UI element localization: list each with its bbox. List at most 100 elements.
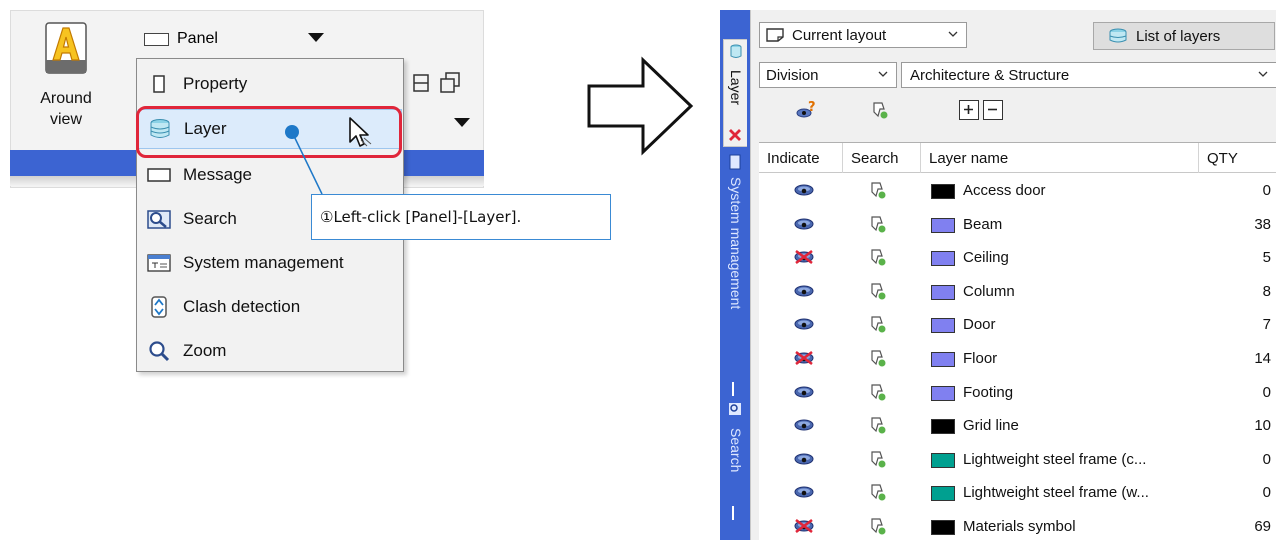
close-icon[interactable] bbox=[728, 128, 742, 142]
column-header-qty[interactable]: QTY bbox=[1199, 143, 1276, 173]
search-layer-icon[interactable] bbox=[869, 449, 887, 469]
column-header-search[interactable]: Search bbox=[843, 143, 921, 173]
search-layer-icon[interactable] bbox=[871, 100, 889, 120]
layer-color-swatch[interactable] bbox=[931, 217, 955, 233]
search-layer-icon[interactable] bbox=[869, 214, 887, 234]
tab-system-management[interactable]: System management bbox=[728, 177, 744, 309]
tab-search[interactable]: Search bbox=[728, 428, 744, 472]
layer-name: Beam bbox=[963, 215, 1003, 233]
menu-item-label: Clash detection bbox=[183, 297, 301, 316]
layer-color-swatch[interactable] bbox=[931, 184, 955, 199]
eye-icon[interactable] bbox=[793, 484, 815, 500]
chevron-down-icon bbox=[878, 71, 888, 77]
expand-all-button[interactable] bbox=[959, 100, 979, 120]
tile-icon[interactable] bbox=[413, 74, 429, 92]
division-select[interactable]: Division bbox=[759, 62, 897, 88]
table-row[interactable]: Floor 14 bbox=[759, 342, 1276, 376]
layer-color-swatch[interactable] bbox=[931, 251, 955, 267]
table-row[interactable]: Column 8 bbox=[759, 275, 1276, 309]
layout-select-value: Current layout bbox=[792, 26, 887, 44]
help-eye-icon[interactable]: ? bbox=[796, 100, 818, 120]
table-row[interactable]: Materials symbol 69 bbox=[759, 510, 1276, 540]
eye-hidden-icon[interactable] bbox=[793, 350, 815, 366]
table-row[interactable]: Lightweight steel frame (c... 0 bbox=[759, 443, 1276, 477]
layer-color-swatch[interactable] bbox=[931, 452, 955, 468]
layer-name: Materials symbol bbox=[963, 518, 1076, 535]
collapse-all-button[interactable] bbox=[983, 100, 1003, 120]
eye-icon[interactable] bbox=[793, 451, 815, 467]
layer-name: Lightweight steel frame (c... bbox=[963, 450, 1147, 468]
layer-table: Indicate Search Layer name QTY Access do… bbox=[759, 142, 1276, 540]
table-row[interactable]: Access door 0 bbox=[759, 174, 1276, 208]
ribbon-dropdown-arrow-icon[interactable] bbox=[454, 118, 470, 127]
search-layer-icon[interactable] bbox=[869, 247, 887, 267]
menu-item-clash-detection[interactable]: Clash detection bbox=[138, 287, 402, 327]
table-row[interactable]: Ceiling 5 bbox=[759, 241, 1276, 275]
layer-color-swatch[interactable] bbox=[931, 486, 955, 502]
message-icon bbox=[147, 163, 171, 187]
layer-color-swatch[interactable] bbox=[931, 385, 955, 401]
layer-qty: 5 bbox=[1262, 249, 1271, 267]
cascade-icon[interactable] bbox=[440, 72, 460, 94]
panel-dropdown-arrow-icon[interactable] bbox=[308, 33, 324, 42]
search-layer-icon[interactable] bbox=[869, 516, 887, 536]
layer-color-swatch[interactable] bbox=[931, 520, 955, 535]
chevron-down-icon bbox=[1258, 71, 1268, 77]
search-layer-icon[interactable] bbox=[869, 314, 887, 334]
menu-item-message[interactable]: Message bbox=[138, 155, 402, 195]
around-view-button[interactable]: Around view bbox=[22, 20, 110, 140]
search-layer-icon[interactable] bbox=[869, 281, 887, 301]
menu-item-system-management[interactable]: System management bbox=[138, 243, 402, 283]
menu-item-label: Zoom bbox=[183, 341, 227, 360]
layer-color-swatch[interactable] bbox=[931, 419, 955, 435]
table-row[interactable]: Grid line 10 bbox=[759, 409, 1276, 443]
layout-select[interactable]: Current layout bbox=[759, 22, 967, 48]
layer-color-swatch[interactable] bbox=[931, 352, 955, 367]
callout-text: ①Left-click [Panel]-[Layer]. bbox=[320, 208, 522, 226]
tab-layer[interactable]: Layer bbox=[723, 39, 747, 147]
table-row[interactable]: Footing 0 bbox=[759, 376, 1276, 410]
layer-qty: 38 bbox=[1254, 215, 1271, 233]
table-row[interactable]: Lightweight steel frame (w... 0 bbox=[759, 476, 1276, 510]
eye-icon[interactable] bbox=[793, 417, 815, 433]
tab-layer-label: Layer bbox=[728, 70, 744, 106]
layer-name: Footing bbox=[963, 383, 1014, 401]
eye-icon[interactable] bbox=[793, 216, 815, 232]
layer-qty: 0 bbox=[1262, 484, 1271, 502]
list-of-layers-button[interactable]: List of layers bbox=[1093, 22, 1275, 50]
layer-color-swatch[interactable] bbox=[931, 284, 955, 300]
eye-hidden-icon[interactable] bbox=[793, 518, 815, 534]
eye-icon[interactable] bbox=[793, 384, 815, 400]
column-header-layer-name[interactable]: Layer name bbox=[921, 143, 1199, 173]
layer-qty: 8 bbox=[1262, 282, 1271, 300]
system-management-icon bbox=[147, 251, 171, 275]
around-view-icon bbox=[45, 22, 87, 74]
eye-hidden-icon[interactable] bbox=[793, 249, 815, 265]
panel-icon bbox=[144, 32, 169, 46]
category-select[interactable]: Architecture & Structure bbox=[901, 62, 1276, 88]
search-layer-icon[interactable] bbox=[869, 348, 887, 368]
menu-item-property[interactable]: Property bbox=[138, 64, 402, 104]
layer-qty: 7 bbox=[1262, 316, 1271, 334]
menu-item-zoom[interactable]: Zoom bbox=[138, 331, 402, 371]
search-layer-icon[interactable] bbox=[869, 482, 887, 502]
column-header-indicate[interactable]: Indicate bbox=[759, 143, 843, 173]
panel-dropdown-button[interactable]: Panel bbox=[144, 26, 218, 52]
search-layer-icon[interactable] bbox=[869, 180, 887, 200]
table-row[interactable]: Beam 38 bbox=[759, 208, 1276, 242]
layer-color-swatch[interactable] bbox=[931, 318, 955, 334]
table-row[interactable]: Door 7 bbox=[759, 308, 1276, 342]
layout-icon bbox=[766, 28, 784, 42]
callout-box: ①Left-click [Panel]-[Layer]. bbox=[311, 194, 611, 240]
eye-icon[interactable] bbox=[793, 316, 815, 332]
plus-icon bbox=[964, 105, 973, 114]
eye-icon[interactable] bbox=[793, 283, 815, 299]
column-label: Search bbox=[851, 149, 899, 167]
column-label: QTY bbox=[1207, 149, 1238, 167]
layer-name: Ceiling bbox=[963, 249, 1009, 267]
search-layer-icon[interactable] bbox=[869, 382, 887, 402]
menu-item-label: Message bbox=[183, 165, 252, 184]
search-layer-icon[interactable] bbox=[869, 415, 887, 435]
layer-qty: 0 bbox=[1262, 182, 1271, 199]
eye-icon[interactable] bbox=[793, 182, 815, 198]
